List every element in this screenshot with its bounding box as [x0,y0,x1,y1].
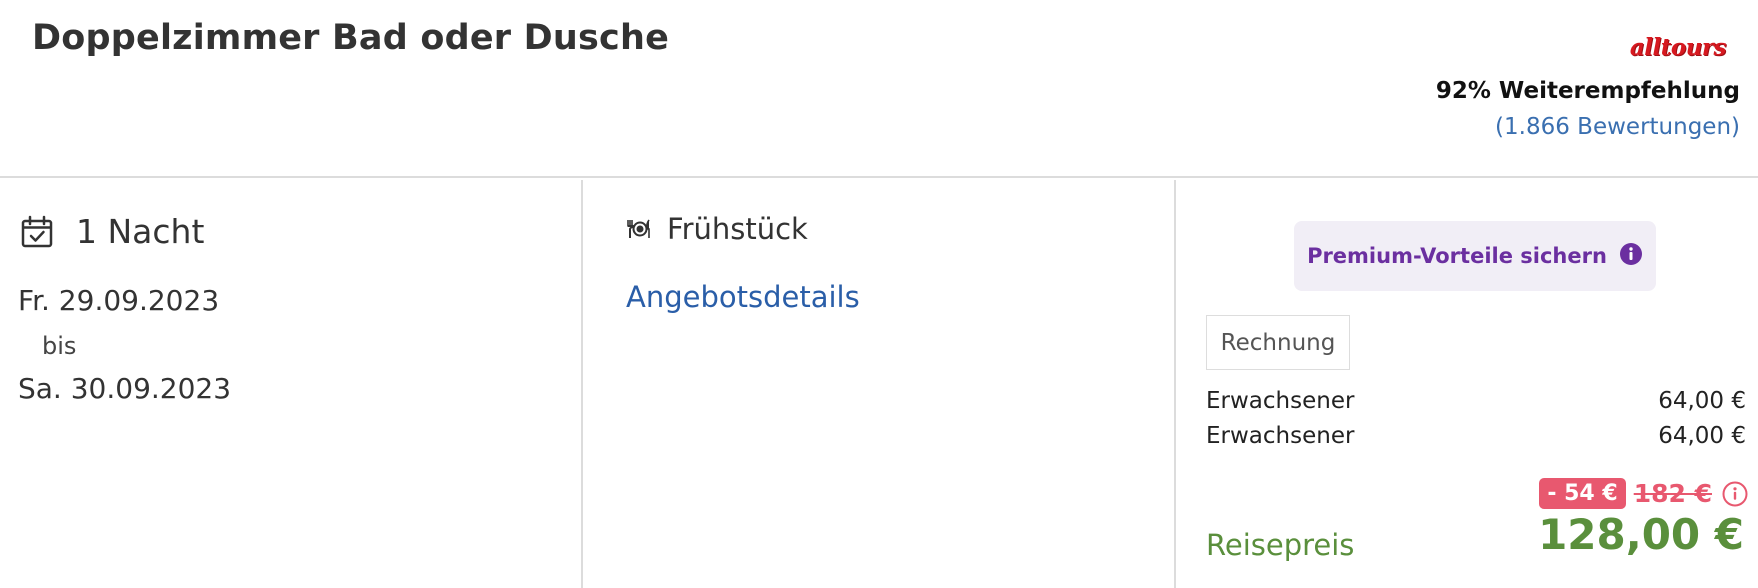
date-from: Fr. 29.09.2023 [18,284,220,317]
price-row: Erwachsener 64,00 € [1206,388,1746,414]
offer-details-link[interactable]: Angebotsdetails [626,280,860,314]
calendar-check-icon [20,215,54,249]
info-icon[interactable] [1619,242,1643,266]
board-row: Frühstück [625,212,808,246]
date-separator: bis [42,332,77,360]
nights-row: 1 Nacht [20,212,204,251]
info-outline-icon[interactable] [1722,481,1748,507]
room-title: Doppelzimmer Bad oder Dusche [32,18,670,58]
plate-cutlery-icon [625,215,653,243]
old-price: 182 € [1633,479,1712,508]
traveler-label: Erwachsener [1206,388,1355,414]
date-to: Sa. 30.09.2023 [18,372,232,405]
board-label: Frühstück [667,212,808,246]
discount-row: - 54 € 182 € [1539,478,1748,509]
offer-header: Doppelzimmer Bad oder Dusche alltours 92… [0,0,1758,178]
traveler-amount: 64,00 € [1658,423,1746,449]
stay-column: 1 Nacht Fr. 29.09.2023 bis Sa. 30.09.202… [0,180,583,588]
price-row: Erwachsener 64,00 € [1206,423,1746,449]
traveler-label: Erwachsener [1206,423,1355,449]
total-label: Reisepreis [1206,528,1355,562]
invoice-button[interactable]: Rechnung [1206,315,1350,370]
traveler-amount: 64,00 € [1658,388,1746,414]
alltours-logo: alltours [1629,34,1727,61]
nights-label: 1 Nacht [76,212,205,251]
board-column: Frühstück Angebotsdetails [583,180,1176,588]
premium-benefits-button[interactable]: Premium-Vorteile sichern [1294,221,1656,291]
total-price: 128,00 € [1538,510,1744,559]
pricing-column: Premium-Vorteile sichern Rechnung Erwach… [1176,180,1758,588]
discount-badge: - 54 € [1539,478,1626,509]
reviews-link[interactable]: (1.866 Bewertungen) [1495,114,1740,140]
recommendation-rate: 92% Weiterempfehlung [1435,78,1740,104]
premium-label: Premium-Vorteile sichern [1307,244,1607,268]
